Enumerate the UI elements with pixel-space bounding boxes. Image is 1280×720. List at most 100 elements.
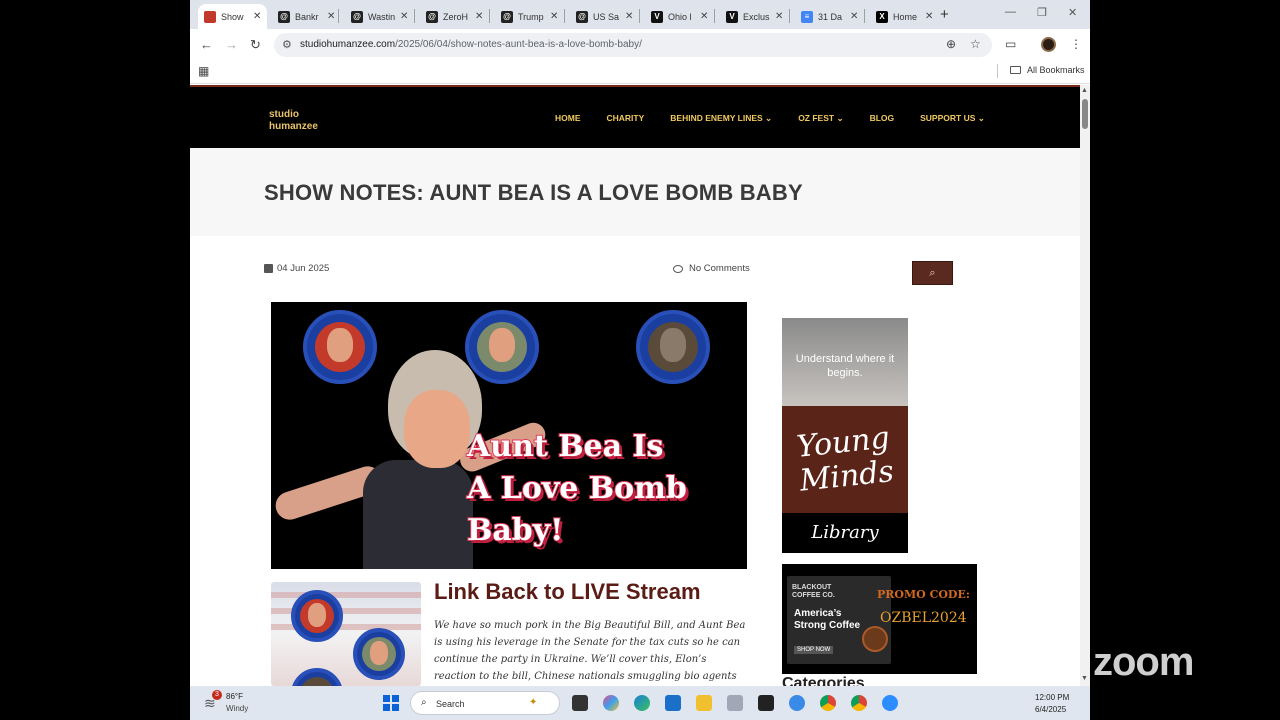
tab-title: Bankr bbox=[295, 11, 319, 22]
edge-icon[interactable] bbox=[634, 695, 650, 711]
clock-date[interactable]: 6/4/2025 bbox=[1035, 705, 1066, 714]
tab-wastin[interactable]: @ Wastin ✕ bbox=[345, 4, 414, 29]
nav-home[interactable]: HOME bbox=[555, 113, 581, 124]
tab-title: Show bbox=[221, 11, 244, 22]
post-body-text: We have so much pork in the Big Beautifu… bbox=[434, 620, 746, 682]
tab-trump[interactable]: @ Trump ✕ bbox=[495, 4, 564, 29]
tab-ohio[interactable]: V Ohio l ✕ bbox=[645, 4, 714, 29]
threads-favicon-icon: @ bbox=[576, 10, 588, 23]
young-minds-library-ad[interactable]: Understand where it begins. Young Minds … bbox=[782, 318, 908, 553]
file-explorer-icon[interactable] bbox=[696, 695, 712, 711]
scroll-down-icon[interactable]: ▼ bbox=[1081, 675, 1088, 682]
close-icon[interactable]: ✕ bbox=[550, 11, 558, 22]
tab-us-sa[interactable]: @ US Sa ✕ bbox=[570, 4, 639, 29]
close-icon[interactable]: ✕ bbox=[925, 11, 933, 22]
nav-blog[interactable]: BLOG bbox=[870, 113, 895, 124]
chrome-icon[interactable] bbox=[820, 695, 836, 711]
close-icon[interactable]: ✕ bbox=[775, 11, 783, 22]
profile-avatar[interactable] bbox=[1041, 37, 1056, 52]
blackout-coffee-ad[interactable]: BLACKOUT COFFEE CO. America’s Strong Cof… bbox=[782, 564, 977, 674]
ad-brand-line: BLACKOUT bbox=[792, 584, 832, 591]
nav-charity[interactable]: CHARITY bbox=[607, 113, 645, 124]
clock-time[interactable]: 12:00 PM bbox=[1035, 693, 1069, 702]
zoom-magnifier-icon[interactable]: ⊕ bbox=[946, 37, 956, 51]
bookmarks-divider bbox=[997, 64, 998, 78]
zoom-app-icon[interactable] bbox=[882, 695, 898, 711]
tab-31-days[interactable]: ≡ 31 Da ✕ bbox=[795, 4, 864, 29]
stream-thumbnail[interactable] bbox=[271, 582, 421, 686]
tab-zeroh[interactable]: @ ZeroH ✕ bbox=[420, 4, 489, 29]
reload-icon[interactable]: ↻ bbox=[250, 37, 261, 53]
scroll-thumb[interactable] bbox=[1082, 99, 1088, 129]
media-control-icon[interactable]: ▭ bbox=[1005, 37, 1016, 51]
tab-bar: Show ✕ @ Bankr ✕ @ Wastin ✕ @ ZeroH ✕ @ … bbox=[190, 0, 1090, 29]
post-comments-link[interactable]: No Comments bbox=[673, 263, 750, 274]
close-icon[interactable]: ✕ bbox=[700, 11, 708, 22]
apps-grid-icon[interactable]: ▦ bbox=[198, 64, 209, 78]
page-scrollbar[interactable]: ▲ ▼ bbox=[1080, 85, 1090, 686]
portrait-circle-thumb-2 bbox=[353, 628, 405, 680]
affinity-icon[interactable] bbox=[758, 695, 774, 711]
arc-icon[interactable] bbox=[789, 695, 805, 711]
tab-title: ZeroH bbox=[443, 11, 469, 22]
tab-bankr[interactable]: @ Bankr ✕ bbox=[272, 4, 341, 29]
restore-icon[interactable]: ❐ bbox=[1037, 6, 1047, 19]
tab-home-x[interactable]: X Home ✕ bbox=[870, 4, 939, 29]
tab-show-notes[interactable]: Show ✕ bbox=[198, 4, 268, 29]
portrait-circle-2 bbox=[465, 310, 539, 384]
figure-body bbox=[363, 460, 473, 569]
address-bar[interactable]: ⚙ studiohumanzee.com/2025/06/04/show-not… bbox=[274, 33, 992, 57]
docs-favicon-icon: ≡ bbox=[801, 10, 813, 23]
comment-bubble-icon bbox=[673, 264, 683, 273]
search-button[interactable]: ⌕ bbox=[912, 261, 953, 285]
copilot-icon[interactable] bbox=[603, 695, 619, 711]
live-stream-heading[interactable]: Link Back to LIVE Stream bbox=[434, 579, 701, 605]
snipping-tool-icon[interactable] bbox=[727, 695, 743, 711]
promo-label: PROMO CODE: bbox=[877, 588, 970, 601]
nav-support-us[interactable]: SUPPORT US ⌄ bbox=[920, 113, 985, 124]
browser-toolbar: ← → ↻ ⚙ studiohumanzee.com/2025/06/04/sh… bbox=[190, 29, 1090, 60]
chrome-profile-icon[interactable] bbox=[851, 695, 867, 711]
weather-temp[interactable]: 86°F bbox=[226, 692, 243, 701]
close-icon[interactable]: ✕ bbox=[625, 11, 633, 22]
web-page: studio humanzee HOME CHARITY BEHIND ENEM… bbox=[190, 85, 1080, 686]
task-view-icon[interactable] bbox=[572, 695, 588, 711]
search-icon: ⌕ bbox=[929, 266, 936, 279]
scroll-up-icon[interactable]: ▲ bbox=[1081, 87, 1088, 94]
weather-desc: Windy bbox=[226, 704, 249, 713]
menu-kebab-icon[interactable]: ⋮ bbox=[1070, 37, 1082, 51]
close-icon[interactable]: ✕ bbox=[400, 11, 408, 22]
close-icon[interactable]: ✕ bbox=[850, 11, 858, 22]
tab-exclus[interactable]: V Exclus ✕ bbox=[720, 4, 789, 29]
nav-behind-enemy-lines[interactable]: BEHIND ENEMY LINES ⌄ bbox=[670, 113, 772, 124]
close-icon[interactable]: ✕ bbox=[253, 11, 261, 22]
forward-arrow-icon[interactable]: → bbox=[225, 37, 238, 52]
bookmark-star-icon[interactable]: ☆ bbox=[970, 37, 981, 51]
taskbar-search[interactable]: ⌕ Search ✦ bbox=[410, 691, 560, 715]
page-title: SHOW NOTES: AUNT BEA IS A LOVE BOMB BABY bbox=[264, 180, 803, 205]
url-path: /2025/06/04/show-notes-aunt-bea-is-a-lov… bbox=[395, 39, 642, 50]
start-button[interactable] bbox=[383, 695, 399, 711]
ad-shop-now[interactable]: SHOP NOW bbox=[794, 646, 834, 654]
window-close-icon[interactable]: ✕ bbox=[1068, 6, 1077, 19]
close-icon[interactable]: ✕ bbox=[327, 11, 335, 22]
nav-oz-fest[interactable]: OZ FEST ⌄ bbox=[798, 113, 843, 124]
hero-caption: Aunt Bea Is A Love Bomb Baby! bbox=[466, 426, 747, 552]
x-favicon-icon: X bbox=[876, 10, 888, 23]
minimize-icon[interactable]: — bbox=[1005, 6, 1016, 18]
store-icon[interactable] bbox=[665, 695, 681, 711]
threads-favicon-icon: @ bbox=[351, 10, 363, 23]
url-text[interactable]: studiohumanzee.com/2025/06/04/show-notes… bbox=[300, 39, 642, 50]
back-arrow-icon[interactable]: ← bbox=[200, 37, 213, 52]
ad-slogan-line: Strong Coffee bbox=[794, 620, 861, 631]
site-logo[interactable]: studio humanzee bbox=[269, 109, 318, 133]
close-icon[interactable]: ✕ bbox=[475, 11, 483, 22]
site-info-icon[interactable]: ⚙ bbox=[282, 38, 292, 51]
hero-image[interactable]: Aunt Bea Is A Love Bomb Baby! bbox=[271, 302, 747, 569]
zoom-watermark: zoom bbox=[1093, 640, 1194, 684]
new-tab-plus-icon[interactable]: + bbox=[940, 6, 949, 23]
all-bookmarks-button[interactable]: All Bookmarks bbox=[1010, 65, 1085, 75]
threads-favicon-icon: @ bbox=[278, 10, 290, 23]
portrait-circle-thumb-3 bbox=[291, 668, 343, 686]
copilot-spark-icon: ✦ bbox=[529, 697, 538, 708]
